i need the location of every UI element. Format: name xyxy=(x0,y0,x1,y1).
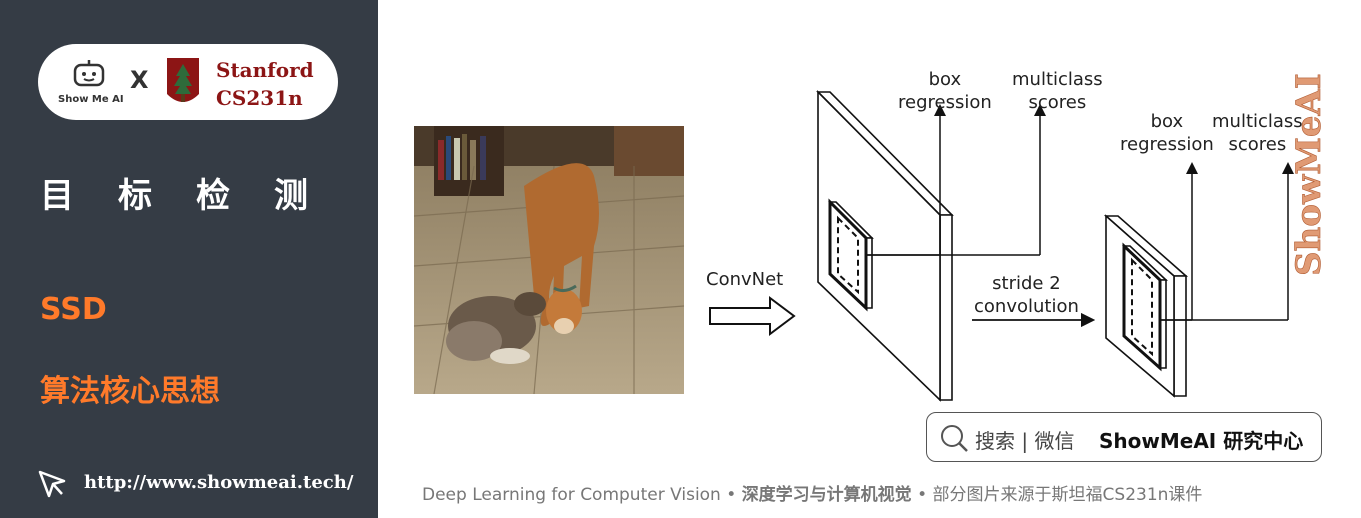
cat-dog-photo xyxy=(414,126,684,394)
robot-logo-icon xyxy=(73,60,105,87)
website-link[interactable]: http://www.showmeai.tech/ xyxy=(84,472,353,493)
stanford-line: Stanford xyxy=(216,58,314,82)
footer-source: 部分图片来源于斯坦福CS231n课件 xyxy=(932,485,1203,505)
convnet-label: ConvNet xyxy=(706,269,784,290)
wechat-search-badge: 搜索 | 微信 ShowMeAI 研究中心 xyxy=(926,412,1322,462)
stanford-label: Stanford CS231n xyxy=(216,56,314,112)
sidebar: Show Me AI X Stanford CS231n 目标检测 SSD 算法… xyxy=(0,0,378,518)
ssd-diagram xyxy=(709,90,1294,402)
showmeai-logo-text: Show Me AI xyxy=(58,94,124,105)
subtopic-title: 算法核心思想 xyxy=(40,374,220,409)
box-regression-label-1: box regression xyxy=(898,69,992,113)
stride-convolution-label: stride 2 convolution xyxy=(974,273,1079,317)
cross-separator: X xyxy=(130,66,149,94)
footer-separator: • xyxy=(720,485,742,505)
section-title: 目标检测 xyxy=(40,176,352,216)
stanford-tree-logo-icon xyxy=(167,58,199,102)
watermark-text: ShowMeAI xyxy=(1289,73,1328,276)
footer-course: Deep Learning for Computer Vision xyxy=(422,485,721,505)
multiclass-scores-label-1: multiclass scores xyxy=(1012,69,1103,113)
search-icon xyxy=(941,425,968,452)
topic-title: SSD xyxy=(40,292,107,327)
search-brand: ShowMeAI 研究中心 xyxy=(1099,429,1304,453)
convnet-arrow-icon xyxy=(709,296,796,336)
box-regression-label-2: box regression xyxy=(1120,111,1214,155)
footer-cn-course: 深度学习与计算机视觉 xyxy=(741,485,912,505)
course-code: CS231n xyxy=(216,86,303,110)
footer-separator: • xyxy=(911,485,933,505)
footer: Deep Learning for Computer Vision • 深度学习… xyxy=(422,480,1202,505)
showmeai-watermark: ShowMeAI xyxy=(1289,73,1328,276)
search-prefix: 搜索 | 微信 xyxy=(975,429,1075,453)
cursor-icon xyxy=(38,470,66,498)
